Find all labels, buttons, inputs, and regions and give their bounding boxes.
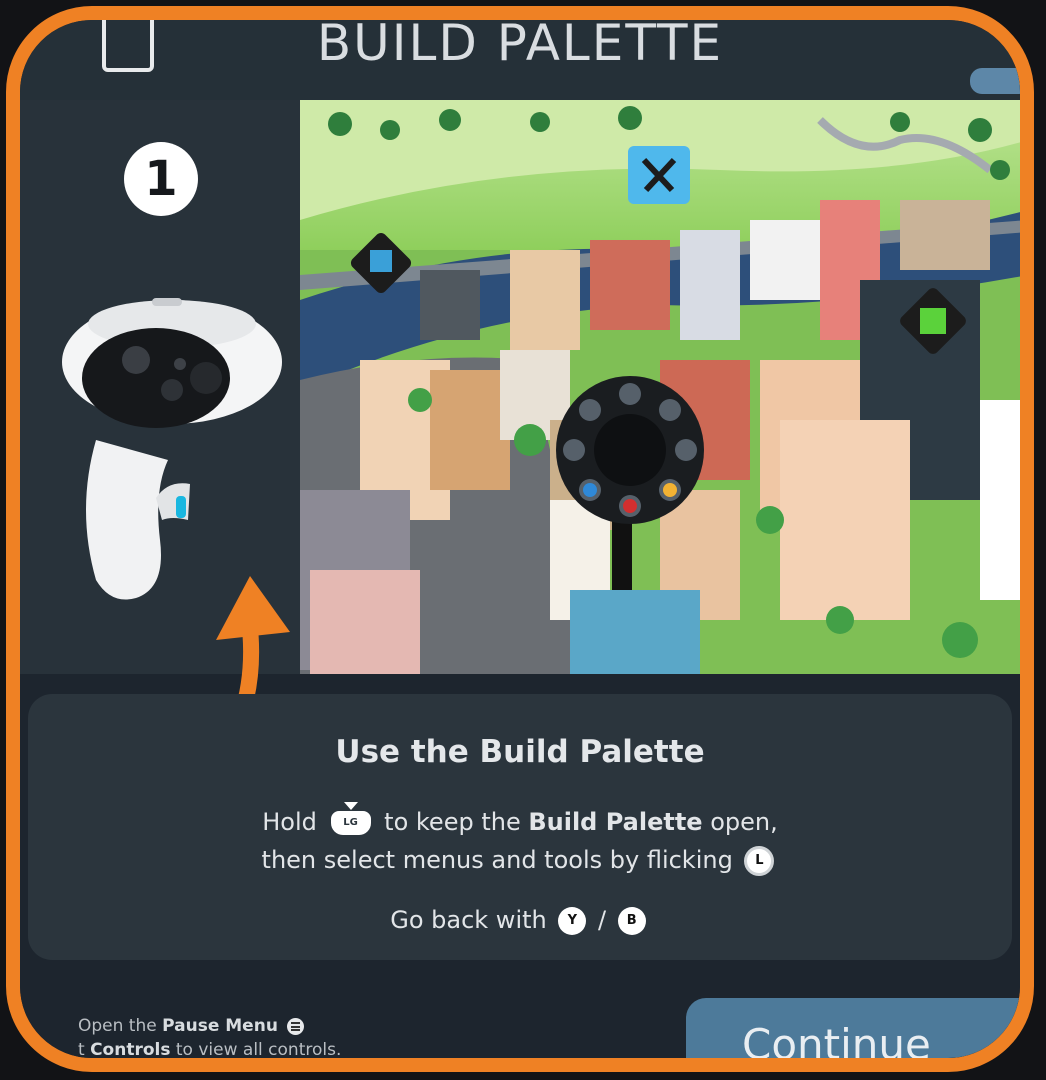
build-palette-text: Build Palette	[528, 808, 703, 836]
instruction-line-1: Hold LG to keep the Build Palette open,	[28, 802, 1012, 836]
continue-label: Continue	[742, 1020, 931, 1069]
footer: Open the Pause Menu t Controls to view a…	[20, 978, 1020, 1060]
corner-button[interactable]	[970, 68, 1020, 94]
instruction-line-3: Go back with Y / B	[28, 906, 1012, 935]
page-title: BUILD PALETTE	[316, 14, 724, 72]
controller-panel: 1	[20, 100, 300, 806]
tutorial-window: BUILD PALETTE 1 Use the Build Palette Ho…	[6, 6, 1034, 1072]
controller-icon	[62, 298, 282, 600]
flick-text: then select menus and tools by flicking	[261, 846, 733, 874]
instruction-card: Use the Build Palette Hold LG to keep th…	[28, 694, 1012, 960]
b-button-icon: B	[617, 907, 646, 935]
footer-select-text: t	[78, 1040, 85, 1060]
continue-button[interactable]: Continue	[686, 998, 1020, 1069]
footer-controls-text: Controls	[90, 1040, 171, 1060]
hold-text: Hold	[262, 808, 317, 836]
step-number-badge: 1	[124, 142, 198, 216]
footer-view-text: to view all controls.	[175, 1040, 342, 1060]
instruction-title: Use the Build Palette	[335, 734, 705, 770]
footer-pause-menu-text: Pause Menu	[162, 1016, 278, 1036]
header: BUILD PALETTE	[20, 20, 1020, 100]
footer-open-text: Open the	[78, 1016, 157, 1036]
go-back-text: Go back with	[390, 906, 547, 934]
keep-text: to keep the	[384, 808, 521, 836]
city-scene-image	[300, 100, 1020, 674]
menu-icon	[287, 1017, 305, 1035]
footer-line-2: t Controls to view all controls.	[78, 1040, 342, 1060]
separator: /	[598, 906, 607, 934]
thumbstick-icon: L	[744, 846, 775, 876]
footer-line-1: Open the Pause Menu	[78, 1016, 305, 1036]
y-button-icon: Y	[558, 907, 587, 935]
open-text: open,	[710, 808, 778, 836]
instruction-line-2: then select menus and tools by flicking …	[28, 846, 1012, 876]
grip-button-icon: LG	[330, 802, 371, 835]
